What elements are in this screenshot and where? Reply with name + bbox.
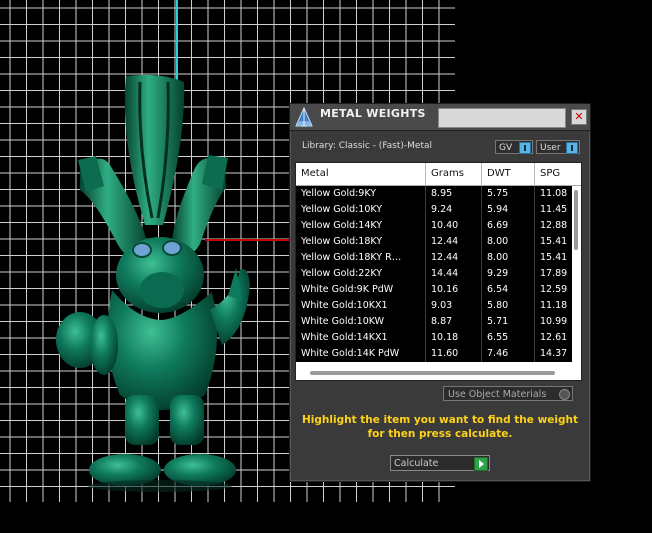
calculate-button[interactable]: Calculate <box>390 455 490 471</box>
table-cell: 11.60 <box>426 346 482 362</box>
table-cell: White Gold:10KW <box>296 314 426 330</box>
use-object-materials-label: Use Object Materials <box>448 389 547 400</box>
toggle-icon <box>519 142 531 154</box>
table-cell: Yellow Gold:22KY <box>296 266 426 282</box>
column-header-dwt[interactable]: DWT <box>482 163 535 185</box>
table-cell: Yellow Gold:14KY <box>296 218 426 234</box>
table-cell: 8.00 <box>482 250 535 266</box>
horizontal-scrollbar[interactable] <box>296 366 581 380</box>
user-toggle-label: User <box>540 143 561 153</box>
titlebar-drag-strip <box>438 108 566 128</box>
table-cell: 10.18 <box>426 330 482 346</box>
column-header-spg[interactable]: SPG <box>535 163 581 185</box>
column-header-metal[interactable]: Metal <box>296 163 426 185</box>
use-object-materials-toggle[interactable]: Use Object Materials <box>443 386 573 401</box>
table-cell: White Gold:10KX1 <box>296 298 426 314</box>
table-row[interactable]: White Gold:10KW 8.87 5.71 10.99 <box>296 314 572 330</box>
metal-weights-window: METAL WEIGHTS ✕ Library: Classic - (Fast… <box>289 103 591 482</box>
table-cell: 14.44 <box>426 266 482 282</box>
table-cell: Yellow Gold:18KY R… <box>296 250 426 266</box>
table-cell: 12.59 <box>540 284 568 295</box>
bunny-model <box>56 74 250 492</box>
table-cell: 5.80 <box>482 298 535 314</box>
table-row[interactable]: White Gold:10KX1 9.03 5.80 11.18 <box>296 298 572 314</box>
scroll-thumb[interactable] <box>310 371 555 375</box>
table-cell: 10.16 <box>426 282 482 298</box>
table-row[interactable]: White Gold:14K PdW 11.60 7.46 14.37 <box>296 346 572 362</box>
table-row[interactable]: Yellow Gold:10KY 9.24 5.94 11.45 <box>296 202 572 218</box>
table-cell: 12.61 <box>540 332 568 343</box>
table-cell: 5.71 <box>482 314 535 330</box>
table-cell: 8.95 <box>426 186 482 202</box>
table-row[interactable]: White Gold:9K PdW 10.16 6.54 12.59 <box>296 282 572 298</box>
table-cell: 14.37 <box>540 348 568 359</box>
metal-table: Metal Grams DWT SPG Yellow Gold:9KY 8.95 5… <box>295 162 582 381</box>
close-icon: ✕ <box>574 110 584 123</box>
table-cell: 8.00 <box>482 234 535 250</box>
table-cell: 5.94 <box>482 202 535 218</box>
table-cell: 17.89 <box>540 268 568 279</box>
table-cell: 10.40 <box>426 218 482 234</box>
calculate-go-icon <box>474 457 488 471</box>
vertical-scrollbar[interactable] <box>572 186 581 366</box>
table-cell: Yellow Gold:9KY <box>296 186 426 202</box>
scroll-thumb[interactable] <box>574 190 578 250</box>
table-cell: 12.44 <box>426 234 482 250</box>
library-label: Library: Classic - (Fast)-Metal <box>302 141 433 151</box>
table-cell: 11.08 <box>540 188 568 199</box>
table-cell: 9.24 <box>426 202 482 218</box>
table-row[interactable]: Yellow Gold:22KY 14.44 9.29 17.89 <box>296 266 572 282</box>
table-cell: 11.45 <box>540 204 568 215</box>
table-cell: 15.41 <box>540 252 568 263</box>
table-cell: 11.18 <box>540 300 568 311</box>
table-cell: White Gold:9K PdW <box>296 282 426 298</box>
instructions-text: Highlight the item you want to find the … <box>302 414 578 440</box>
table-row[interactable]: Yellow Gold:9KY 8.95 5.75 11.08 <box>296 186 572 202</box>
table-cell: 9.03 <box>426 298 482 314</box>
window-titlebar[interactable]: METAL WEIGHTS ✕ <box>290 104 590 131</box>
table-cell: 6.55 <box>482 330 535 346</box>
window-title: METAL WEIGHTS <box>320 107 426 120</box>
table-cell: 12.88 <box>540 220 568 231</box>
table-cell: 15.41 <box>540 236 568 247</box>
table-cell: Yellow Gold:18KY <box>296 234 426 250</box>
table-cell: 10.99 <box>540 316 568 327</box>
table-row[interactable]: Yellow Gold:14KY 10.40 6.69 12.88 <box>296 218 572 234</box>
column-header-grams[interactable]: Grams <box>426 163 482 185</box>
table-row[interactable]: White Gold:14KX1 10.18 6.55 12.61 <box>296 330 572 346</box>
table-cell: Yellow Gold:10KY <box>296 202 426 218</box>
table-cell: 9.29 <box>482 266 535 282</box>
table-cell: 6.69 <box>482 218 535 234</box>
table-cell: White Gold:14K PdW <box>296 346 426 362</box>
gv-toggle[interactable]: GV <box>495 140 533 154</box>
gv-toggle-label: GV <box>499 143 513 153</box>
table-header: Metal Grams DWT SPG <box>296 163 581 186</box>
table-cell: 12.44 <box>426 250 482 266</box>
table-cell: 5.75 <box>482 186 535 202</box>
table-cell: White Gold:14KX1 <box>296 330 426 346</box>
table-row[interactable]: Yellow Gold:18KY 12.44 8.00 15.41 <box>296 234 572 250</box>
table-cell: 6.54 <box>482 282 535 298</box>
user-toggle[interactable]: User <box>536 140 580 154</box>
table-cell: 8.87 <box>426 314 482 330</box>
table-cell: 7.46 <box>482 346 535 362</box>
table-row[interactable]: Yellow Gold:18KY R… 12.44 8.00 15.41 <box>296 250 572 266</box>
metal-weights-app-icon <box>295 106 313 127</box>
close-button[interactable]: ✕ <box>571 109 587 125</box>
calculate-label: Calculate <box>394 458 439 469</box>
table-body: Yellow Gold:9KY 8.95 5.75 11.08 Yellow Gold:… <box>296 186 572 366</box>
toggle-icon <box>559 389 570 400</box>
toggle-icon <box>566 142 578 154</box>
